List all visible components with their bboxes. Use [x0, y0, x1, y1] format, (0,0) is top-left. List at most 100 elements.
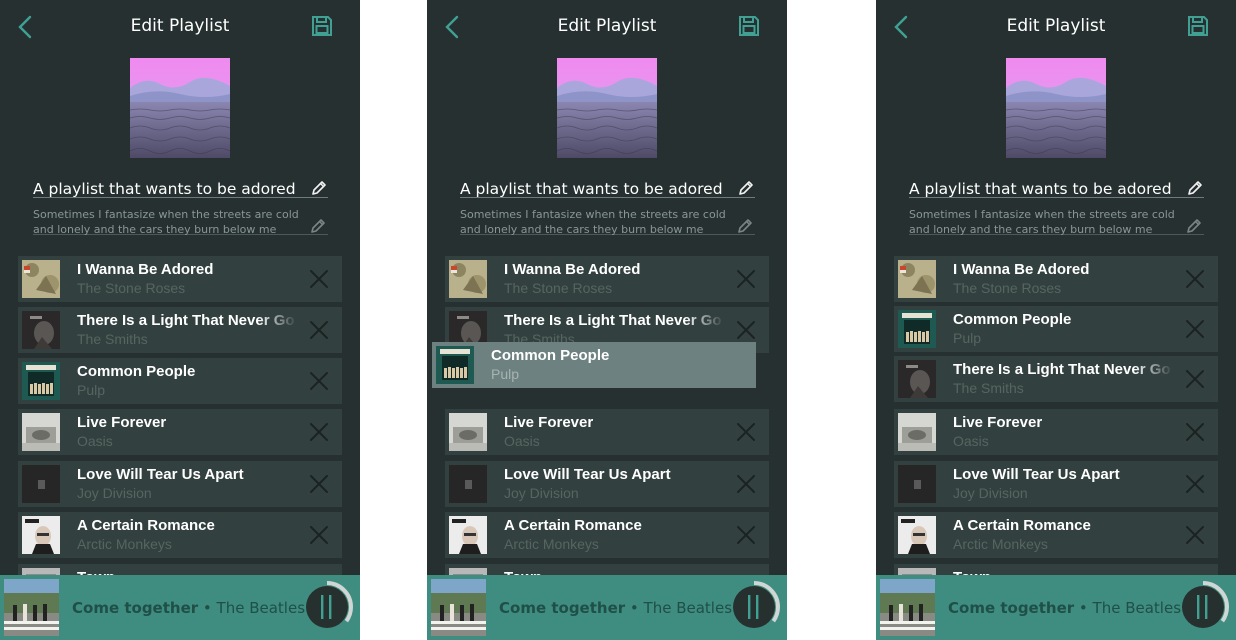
track-cover-thumbnail: [22, 516, 60, 554]
track-title: Live Forever: [77, 414, 167, 431]
floppy-disk-icon[interactable]: [1186, 14, 1210, 38]
track-artist: The Smiths: [953, 380, 1024, 396]
pencil-icon[interactable]: [1187, 180, 1203, 196]
close-icon[interactable]: [308, 370, 330, 392]
track-artist: Oasis: [953, 433, 989, 449]
track-title: Love Will Tear Us Apart: [504, 466, 671, 483]
close-icon[interactable]: [1184, 268, 1206, 290]
track-artist: The Stone Roses: [504, 280, 613, 296]
track-row[interactable]: A Certain Romance Arctic Monkeys: [445, 512, 769, 558]
track-row[interactable]: Live Forever Oasis: [445, 409, 769, 455]
playlist-name-field[interactable]: A playlist that wants to be adored: [460, 178, 755, 198]
track-title: Common People: [953, 311, 1072, 328]
now-playing-separator: •: [1074, 599, 1093, 617]
track-title: Common People: [491, 347, 610, 364]
close-icon[interactable]: [735, 421, 757, 443]
pencil-icon[interactable]: [311, 180, 327, 196]
playlist-cover-image[interactable]: [1006, 58, 1106, 158]
close-icon[interactable]: [735, 524, 757, 546]
track-title: I Wanna Be Adored: [504, 261, 641, 278]
close-icon[interactable]: [308, 524, 330, 546]
close-icon[interactable]: [1184, 421, 1206, 443]
now-playing-text: Come together • The Beatles: [72, 599, 305, 617]
now-playing-song: Come together: [72, 599, 199, 617]
close-icon[interactable]: [308, 319, 330, 341]
track-artist: Joy Division: [504, 485, 579, 501]
track-cover-thumbnail: [898, 516, 936, 554]
track-row[interactable]: A Certain Romance Arctic Monkeys: [894, 512, 1218, 558]
playlist-description-field[interactable]: Sometimes I fantasize when the streets a…: [909, 205, 1204, 236]
close-icon[interactable]: [308, 421, 330, 443]
track-cover-thumbnail: [436, 346, 474, 384]
track-artist: Joy Division: [953, 485, 1028, 501]
playlist-description-field[interactable]: Sometimes I fantasize when the streets a…: [460, 205, 755, 236]
track-row[interactable]: A Certain Romance Arctic Monkeys: [18, 512, 342, 558]
track-cover-thumbnail: [449, 465, 487, 503]
track-cover-thumbnail: [449, 260, 487, 298]
phone-screen: Edit Playlist A playlist that wants to be…: [0, 0, 360, 640]
track-row[interactable]: Common People Pulp: [18, 358, 342, 404]
track-row[interactable]: Common People Pulp: [894, 306, 1218, 352]
track-cover-thumbnail: [22, 413, 60, 451]
track-cover-thumbnail: [898, 413, 936, 451]
track-row[interactable]: Love Will Tear Us Apart Joy Division: [894, 461, 1218, 507]
now-playing-song: Come together: [499, 599, 626, 617]
track-cover-thumbnail: [22, 260, 60, 298]
track-title: I Wanna Be Adored: [77, 261, 214, 278]
dragging-track-row[interactable]: Common People Pulp: [432, 342, 756, 388]
playlist-name-field[interactable]: A playlist that wants to be adored: [33, 178, 328, 198]
track-row[interactable]: There Is a Light That Never Go The Smiths: [18, 307, 342, 353]
close-icon[interactable]: [1184, 524, 1206, 546]
track-title: Live Forever: [504, 414, 594, 431]
track-title: A Certain Romance: [77, 517, 215, 534]
playlist-name-text: A playlist that wants to be adored: [33, 180, 296, 198]
playlist-cover-image[interactable]: [557, 58, 657, 158]
track-row[interactable]: There Is a Light That Never Go The Smiths: [894, 356, 1218, 402]
close-icon[interactable]: [308, 473, 330, 495]
track-row[interactable]: Live Forever Oasis: [18, 409, 342, 455]
close-icon[interactable]: [735, 268, 757, 290]
page-title: Edit Playlist: [1006, 16, 1106, 36]
playlist-description-field[interactable]: Sometimes I fantasize when the streets a…: [33, 205, 328, 236]
close-icon[interactable]: [1184, 318, 1206, 340]
floppy-disk-icon[interactable]: [737, 14, 761, 38]
track-row[interactable]: Love Will Tear Us Apart Joy Division: [445, 461, 769, 507]
track-cover-thumbnail: [449, 516, 487, 554]
track-row[interactable]: Live Forever Oasis: [894, 409, 1218, 455]
pause-icon[interactable]: [725, 578, 783, 636]
track-artist: Oasis: [504, 433, 540, 449]
track-row[interactable]: I Wanna Be Adored The Stone Roses: [894, 256, 1218, 302]
playlist-name-field[interactable]: A playlist that wants to be adored: [909, 178, 1204, 198]
pencil-icon[interactable]: [1186, 218, 1202, 234]
close-icon[interactable]: [308, 268, 330, 290]
track-row[interactable]: Love Will Tear Us Apart Joy Division: [18, 461, 342, 507]
track-row[interactable]: I Wanna Be Adored The Stone Roses: [445, 256, 769, 302]
track-row[interactable]: I Wanna Be Adored The Stone Roses: [18, 256, 342, 302]
now-playing-separator: •: [625, 599, 644, 617]
track-cover-thumbnail: [22, 465, 60, 503]
now-playing-text: Come together • The Beatles: [948, 599, 1181, 617]
now-playing-song: Come together: [948, 599, 1075, 617]
playlist-description-text: Sometimes I fantasize when the streets a…: [33, 208, 299, 236]
playlist-name-text: A playlist that wants to be adored: [460, 180, 723, 198]
close-icon[interactable]: [1184, 473, 1206, 495]
playlist-cover-image[interactable]: [130, 58, 230, 158]
close-icon[interactable]: [1184, 368, 1206, 390]
track-title: Love Will Tear Us Apart: [953, 466, 1120, 483]
pencil-icon[interactable]: [737, 218, 753, 234]
top-bar: Edit Playlist: [427, 0, 787, 54]
track-title: A Certain Romance: [504, 517, 642, 534]
track-title: Common People: [77, 363, 196, 380]
close-icon[interactable]: [735, 319, 757, 341]
track-artist: The Smiths: [77, 331, 148, 347]
floppy-disk-icon[interactable]: [310, 14, 334, 38]
pause-icon[interactable]: [1174, 578, 1232, 636]
pencil-icon[interactable]: [310, 218, 326, 234]
now-playing-album-art: [4, 579, 59, 636]
pencil-icon[interactable]: [738, 180, 754, 196]
pause-icon[interactable]: [298, 578, 356, 636]
playlist-description-text: Sometimes I fantasize when the streets a…: [460, 208, 726, 236]
close-icon[interactable]: [735, 473, 757, 495]
track-cover-thumbnail: [22, 362, 60, 400]
now-playing-album-art: [431, 579, 486, 636]
